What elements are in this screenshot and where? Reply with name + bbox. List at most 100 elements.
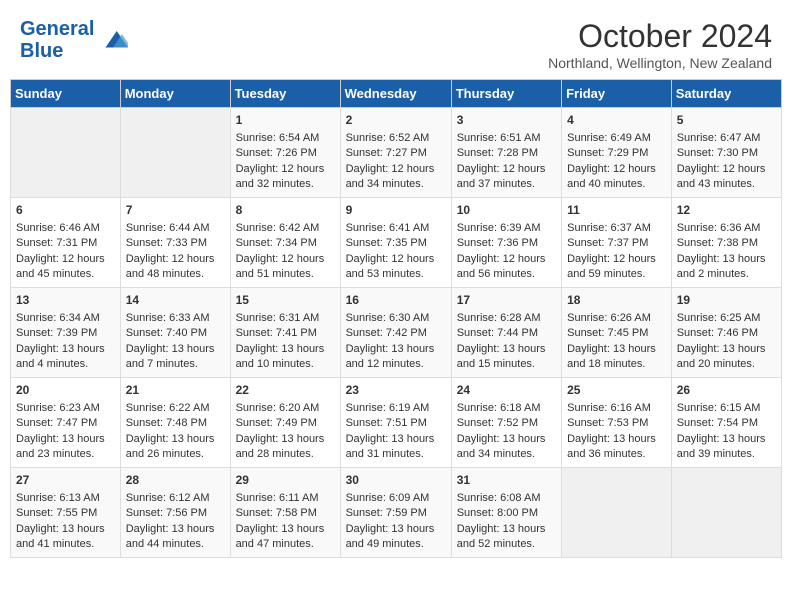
day-number: 12 — [677, 202, 776, 219]
day-info: Sunrise: 6:31 AM Sunset: 7:41 PM Dayligh… — [236, 312, 325, 370]
day-number: 13 — [16, 292, 115, 309]
calendar-cell: 12 Sunrise: 6:36 AM Sunset: 7:38 PM Dayli… — [671, 198, 781, 288]
calendar-week-row: 6 Sunrise: 6:46 AM Sunset: 7:31 PM Daylig… — [11, 198, 782, 288]
day-number: 10 — [457, 202, 556, 219]
day-number: 26 — [677, 382, 776, 399]
day-info: Sunrise: 6:11 AM Sunset: 7:58 PM Dayligh… — [236, 492, 325, 550]
day-info: Sunrise: 6:13 AM Sunset: 7:55 PM Dayligh… — [16, 492, 105, 550]
calendar-cell: 19Sunrise: 6:25 AM Sunset: 7:46 PM Dayli… — [671, 288, 781, 378]
day-number: 28 — [126, 472, 225, 489]
day-info: Sunrise: 6:34 AM Sunset: 7:39 PM Dayligh… — [16, 312, 105, 370]
calendar-cell: 2 Sunrise: 6:52 AM Sunset: 7:27 PM Daylig… — [340, 108, 451, 198]
day-info: Sunrise: 6:47 AM Sunset: 7:30 PM Dayligh… — [677, 132, 766, 190]
day-number: 5 — [677, 112, 776, 129]
day-info: Sunrise: 6:12 AM Sunset: 7:56 PM Dayligh… — [126, 492, 215, 550]
calendar-cell: 18Sunrise: 6:26 AM Sunset: 7:45 PM Dayli… — [562, 288, 672, 378]
day-header-friday: Friday — [562, 80, 672, 108]
day-header-wednesday: Wednesday — [340, 80, 451, 108]
day-number: 24 — [457, 382, 556, 399]
calendar-cell: 23 Sunrise: 6:19 AM Sunset: 7:51 PM Dayli… — [340, 378, 451, 468]
day-info: Sunrise: 6:18 AM Sunset: 7:52 PM Dayligh… — [457, 402, 546, 460]
day-number: 4 — [567, 112, 666, 129]
day-info: Sunrise: 6:25 AM Sunset: 7:46 PM Dayligh… — [677, 312, 766, 370]
day-info: Sunrise: 6:15 AM Sunset: 7:54 PM Dayligh… — [677, 402, 766, 460]
day-info: Sunrise: 6:19 AM Sunset: 7:51 PM Dayligh… — [346, 402, 435, 460]
calendar-cell: 3 Sunrise: 6:51 AM Sunset: 7:28 PM Daylig… — [451, 108, 561, 198]
calendar-cell: 29 Sunrise: 6:11 AM Sunset: 7:58 PM Dayli… — [230, 468, 340, 558]
calendar-cell: 26 Sunrise: 6:15 AM Sunset: 7:54 PM Dayli… — [671, 378, 781, 468]
calendar-cell — [671, 468, 781, 558]
day-info: Sunrise: 6:28 AM Sunset: 7:44 PM Dayligh… — [457, 312, 546, 370]
day-number: 25 — [567, 382, 666, 399]
calendar-cell — [562, 468, 672, 558]
day-info: Sunrise: 6:23 AM Sunset: 7:47 PM Dayligh… — [16, 402, 105, 460]
calendar-week-row: 20 Sunrise: 6:23 AM Sunset: 7:47 PM Dayli… — [11, 378, 782, 468]
day-info: Sunrise: 6:22 AM Sunset: 7:48 PM Dayligh… — [126, 402, 215, 460]
day-info: Sunrise: 6:16 AM Sunset: 7:53 PM Dayligh… — [567, 402, 656, 460]
day-number: 18 — [567, 292, 666, 309]
calendar-cell: 1 Sunrise: 6:54 AM Sunset: 7:26 PM Daylig… — [230, 108, 340, 198]
logo-blue: Blue — [20, 40, 63, 62]
day-info: Sunrise: 6:20 AM Sunset: 7:49 PM Dayligh… — [236, 402, 325, 460]
day-header-thursday: Thursday — [451, 80, 561, 108]
day-number: 21 — [126, 382, 225, 399]
day-info: Sunrise: 6:36 AM Sunset: 7:38 PM Dayligh… — [677, 222, 766, 280]
day-info: Sunrise: 6:54 AM Sunset: 7:26 PM Dayligh… — [236, 132, 325, 190]
day-info: Sunrise: 6:30 AM Sunset: 7:42 PM Dayligh… — [346, 312, 435, 370]
day-number: 1 — [236, 112, 335, 129]
day-number: 6 — [16, 202, 115, 219]
day-info: Sunrise: 6:52 AM Sunset: 7:27 PM Dayligh… — [346, 132, 435, 190]
calendar-cell: 30Sunrise: 6:09 AM Sunset: 7:59 PM Dayli… — [340, 468, 451, 558]
calendar-cell: 17 Sunrise: 6:28 AM Sunset: 7:44 PM Dayli… — [451, 288, 561, 378]
calendar-cell: 28 Sunrise: 6:12 AM Sunset: 7:56 PM Dayli… — [120, 468, 230, 558]
calendar-cell: 14Sunrise: 6:33 AM Sunset: 7:40 PM Dayli… — [120, 288, 230, 378]
day-number: 3 — [457, 112, 556, 129]
day-number: 31 — [457, 472, 556, 489]
calendar-cell: 11Sunrise: 6:37 AM Sunset: 7:37 PM Dayli… — [562, 198, 672, 288]
day-info: Sunrise: 6:39 AM Sunset: 7:36 PM Dayligh… — [457, 222, 546, 280]
day-info: Sunrise: 6:44 AM Sunset: 7:33 PM Dayligh… — [126, 222, 215, 280]
calendar-cell: 8 Sunrise: 6:42 AM Sunset: 7:34 PM Daylig… — [230, 198, 340, 288]
calendar-cell: 13 Sunrise: 6:34 AM Sunset: 7:39 PM Dayli… — [11, 288, 121, 378]
calendar-cell: 22 Sunrise: 6:20 AM Sunset: 7:49 PM Dayli… — [230, 378, 340, 468]
calendar-week-row: 27 Sunrise: 6:13 AM Sunset: 7:55 PM Dayli… — [11, 468, 782, 558]
day-number: 7 — [126, 202, 225, 219]
calendar-cell: 15Sunrise: 6:31 AM Sunset: 7:41 PM Dayli… — [230, 288, 340, 378]
calendar-header-row: SundayMondayTuesdayWednesdayThursdayFrid… — [11, 80, 782, 108]
day-info: Sunrise: 6:46 AM Sunset: 7:31 PM Dayligh… — [16, 222, 105, 280]
day-number: 17 — [457, 292, 556, 309]
calendar-cell: 31 Sunrise: 6:08 AM Sunset: 8:00 PM Dayli… — [451, 468, 561, 558]
calendar-cell: 9Sunrise: 6:41 AM Sunset: 7:35 PM Daylig… — [340, 198, 451, 288]
day-info: Sunrise: 6:09 AM Sunset: 7:59 PM Dayligh… — [346, 492, 435, 550]
day-number: 29 — [236, 472, 335, 489]
day-number: 8 — [236, 202, 335, 219]
day-header-monday: Monday — [120, 80, 230, 108]
calendar-cell — [11, 108, 121, 198]
calendar-cell: 25 Sunrise: 6:16 AM Sunset: 7:53 PM Dayli… — [562, 378, 672, 468]
day-info: Sunrise: 6:42 AM Sunset: 7:34 PM Dayligh… — [236, 222, 325, 280]
day-number: 16 — [346, 292, 446, 309]
day-info: Sunrise: 6:49 AM Sunset: 7:29 PM Dayligh… — [567, 132, 656, 190]
day-number: 2 — [346, 112, 446, 129]
location: Northland, Wellington, New Zealand — [548, 55, 772, 71]
day-info: Sunrise: 6:37 AM Sunset: 7:37 PM Dayligh… — [567, 222, 656, 280]
page-header: General Blue October 2024 Northland, Wel… — [10, 10, 782, 75]
month-title: October 2024 — [548, 18, 772, 55]
calendar-cell — [120, 108, 230, 198]
day-info: Sunrise: 6:51 AM Sunset: 7:28 PM Dayligh… — [457, 132, 546, 190]
day-info: Sunrise: 6:08 AM Sunset: 8:00 PM Dayligh… — [457, 492, 546, 550]
calendar-cell: 20 Sunrise: 6:23 AM Sunset: 7:47 PM Dayli… — [11, 378, 121, 468]
day-number: 27 — [16, 472, 115, 489]
day-number: 23 — [346, 382, 446, 399]
day-number: 14 — [126, 292, 225, 309]
calendar-cell: 7 Sunrise: 6:44 AM Sunset: 7:33 PM Daylig… — [120, 198, 230, 288]
day-number: 22 — [236, 382, 335, 399]
day-header-saturday: Saturday — [671, 80, 781, 108]
calendar-cell: 16 Sunrise: 6:30 AM Sunset: 7:42 PM Dayli… — [340, 288, 451, 378]
day-info: Sunrise: 6:41 AM Sunset: 7:35 PM Dayligh… — [346, 222, 435, 280]
calendar-table: SundayMondayTuesdayWednesdayThursdayFrid… — [10, 79, 782, 558]
calendar-cell: 24 Sunrise: 6:18 AM Sunset: 7:52 PM Dayli… — [451, 378, 561, 468]
calendar-cell: 4 Sunrise: 6:49 AM Sunset: 7:29 PM Daylig… — [562, 108, 672, 198]
calendar-week-row: 13 Sunrise: 6:34 AM Sunset: 7:39 PM Dayli… — [11, 288, 782, 378]
day-number: 20 — [16, 382, 115, 399]
